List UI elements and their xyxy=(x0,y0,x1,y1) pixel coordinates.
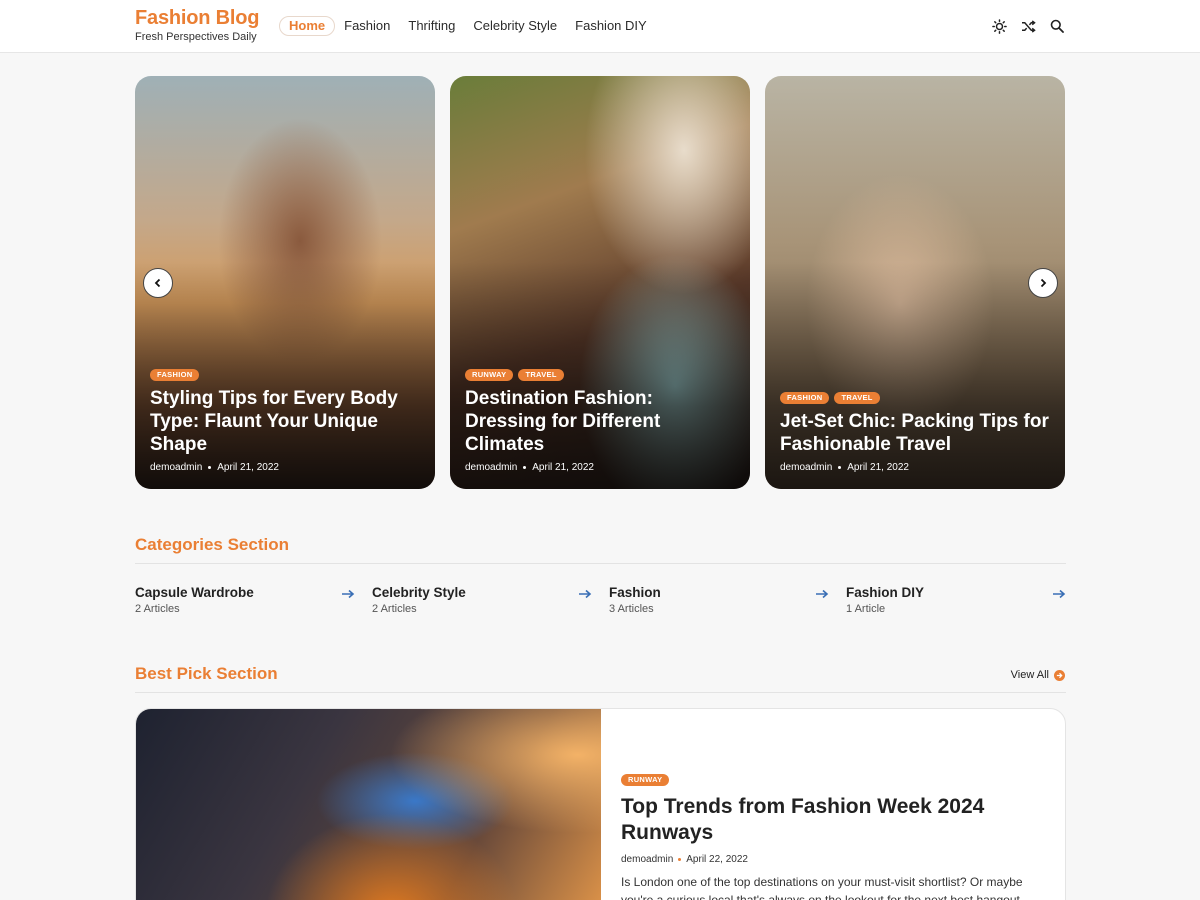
slide-card[interactable]: FASHION Styling Tips for Every Body Type… xyxy=(135,76,435,489)
nav-item-fashion-diy[interactable]: Fashion DIY xyxy=(575,16,647,36)
category-item[interactable]: Fashion DIY 1 Article xyxy=(846,585,1066,615)
best-pick-card[interactable]: RUNWAY Top Trends from Fashion Week 2024… xyxy=(135,708,1066,900)
category-item[interactable]: Fashion 3 Articles xyxy=(609,585,829,615)
header-actions xyxy=(991,17,1065,35)
site-title[interactable]: Fashion Blog xyxy=(135,7,259,29)
category-name[interactable]: Fashion xyxy=(609,585,829,600)
section-divider xyxy=(135,692,1066,693)
brand[interactable]: Fashion Blog Fresh Perspectives Daily xyxy=(135,7,259,43)
post-date: April 21, 2022 xyxy=(217,462,279,473)
category-tag[interactable]: RUNWAY xyxy=(465,369,514,381)
post-meta: demoadmin April 21, 2022 xyxy=(150,462,423,473)
tag-list: FASHION TRAVEL xyxy=(780,392,1053,404)
nav-item-thrifting[interactable]: Thrifting xyxy=(408,16,455,36)
category-count: 1 Article xyxy=(846,603,886,615)
meta-separator xyxy=(678,858,682,861)
categories-section-title: Categories Section xyxy=(135,535,289,554)
view-all-link[interactable]: View All xyxy=(1011,669,1065,681)
post-date: April 21, 2022 xyxy=(532,462,594,473)
meta-separator xyxy=(838,466,842,469)
category-tag[interactable]: RUNWAY xyxy=(621,774,670,786)
site-tagline: Fresh Perspectives Daily xyxy=(135,31,257,43)
search-icon[interactable] xyxy=(1049,17,1065,35)
arrow-circle-icon[interactable] xyxy=(1054,669,1065,681)
nav-item-fashion[interactable]: Fashion xyxy=(344,16,390,36)
category-tag[interactable]: FASHION xyxy=(780,392,830,404)
slide-card[interactable]: FASHION TRAVEL Jet-Set Chic: Packing Tip… xyxy=(765,76,1065,489)
sun-icon[interactable] xyxy=(991,17,1007,35)
tag-list: RUNWAY xyxy=(621,774,1051,786)
chevron-right-icon xyxy=(1040,278,1047,288)
post-excerpt: Is London one of the top destinations on… xyxy=(621,875,1023,900)
site-header: Fashion Blog Fresh Perspectives Daily Ho… xyxy=(0,0,1200,53)
best-pick-section-title: Best Pick Section xyxy=(135,664,278,683)
arrow-right-icon[interactable] xyxy=(1052,589,1066,599)
post-author[interactable]: demoadmin xyxy=(465,462,517,473)
category-count: 2 Articles xyxy=(135,603,180,615)
category-count: 3 Articles xyxy=(609,603,654,615)
slide-title[interactable]: Jet-Set Chic: Packing Tips for Fashionab… xyxy=(780,410,1053,456)
arrow-right-icon[interactable] xyxy=(815,589,829,599)
post-author[interactable]: demoadmin xyxy=(621,854,673,865)
category-name[interactable]: Capsule Wardrobe xyxy=(135,585,355,600)
chevron-left-icon xyxy=(154,278,161,288)
tag-list: FASHION xyxy=(150,369,423,381)
post-meta: demoadmin April 22, 2022 xyxy=(621,854,1051,865)
tag-list: RUNWAY TRAVEL xyxy=(465,369,738,381)
category-tag[interactable]: TRAVEL xyxy=(518,369,564,381)
post-meta: demoadmin April 21, 2022 xyxy=(780,462,1053,473)
section-divider xyxy=(135,563,1066,564)
view-all-label[interactable]: View All xyxy=(1011,669,1049,681)
slide-title[interactable]: Destination Fashion: Dressing for Differ… xyxy=(465,387,738,456)
slide-content: FASHION TRAVEL Jet-Set Chic: Packing Tip… xyxy=(780,392,1053,473)
category-tag[interactable]: FASHION xyxy=(150,369,200,381)
slide-content: RUNWAY TRAVEL Destination Fashion: Dress… xyxy=(465,369,738,473)
shuffle-icon[interactable] xyxy=(1020,17,1036,35)
meta-separator xyxy=(208,466,212,469)
post-title[interactable]: Top Trends from Fashion Week 2024 Runway… xyxy=(621,794,1051,846)
slider-prev-button[interactable] xyxy=(143,268,173,298)
arrow-right-icon[interactable] xyxy=(341,589,355,599)
slide-card[interactable]: RUNWAY TRAVEL Destination Fashion: Dress… xyxy=(450,76,750,489)
category-name[interactable]: Fashion DIY xyxy=(846,585,1066,600)
slider-next-button[interactable] xyxy=(1028,268,1058,298)
featured-slider: FASHION Styling Tips for Every Body Type… xyxy=(135,76,1066,489)
post-author[interactable]: demoadmin xyxy=(150,462,202,473)
category-item[interactable]: Capsule Wardrobe 2 Articles xyxy=(135,585,355,615)
category-count: 2 Articles xyxy=(372,603,417,615)
meta-separator xyxy=(523,466,527,469)
slide-content: FASHION Styling Tips for Every Body Type… xyxy=(150,369,423,473)
post-author[interactable]: demoadmin xyxy=(780,462,832,473)
post-image[interactable] xyxy=(136,709,601,900)
category-name[interactable]: Celebrity Style xyxy=(372,585,592,600)
slide-title[interactable]: Styling Tips for Every Body Type: Flaunt… xyxy=(150,387,423,456)
post-meta: demoadmin April 21, 2022 xyxy=(465,462,738,473)
post-date: April 21, 2022 xyxy=(847,462,909,473)
nav-item-home[interactable]: Home xyxy=(279,16,336,36)
nav-item-celebrity-style[interactable]: Celebrity Style xyxy=(473,16,557,36)
main-nav: Home Fashion Thrifting Celebrity Style F… xyxy=(279,16,665,36)
category-item[interactable]: Celebrity Style 2 Articles xyxy=(372,585,592,615)
category-tag[interactable]: TRAVEL xyxy=(834,392,880,404)
post-body: RUNWAY Top Trends from Fashion Week 2024… xyxy=(621,774,1051,900)
arrow-right-icon[interactable] xyxy=(578,589,592,599)
post-date: April 22, 2022 xyxy=(686,854,748,865)
